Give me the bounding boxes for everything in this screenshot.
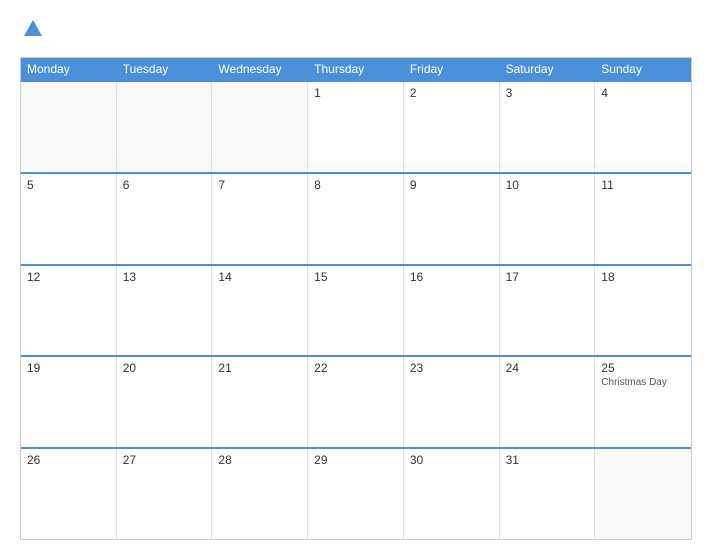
day-number: 10 <box>506 178 589 192</box>
logo-icon <box>22 18 44 40</box>
day-cell-empty <box>117 82 213 172</box>
day-cell-12: 12 <box>21 266 117 356</box>
day-header-friday: Friday <box>404 58 500 80</box>
day-cell-4: 4 <box>595 82 691 172</box>
calendar-page: MondayTuesdayWednesdayThursdayFridaySatu… <box>0 0 712 550</box>
day-cell-25: 25 Christmas Day <box>595 357 691 447</box>
day-cell-26: 26 <box>21 449 117 539</box>
day-cell-empty <box>212 82 308 172</box>
day-header-tuesday: Tuesday <box>117 58 213 80</box>
day-number: 4 <box>601 86 685 100</box>
day-headers-row: MondayTuesdayWednesdayThursdayFridaySatu… <box>21 58 691 80</box>
day-cell-7: 7 <box>212 174 308 264</box>
day-cell-29: 29 <box>308 449 404 539</box>
day-number: 22 <box>314 361 397 375</box>
day-cell-18: 18 <box>595 266 691 356</box>
day-number: 17 <box>506 270 589 284</box>
day-number: 9 <box>410 178 493 192</box>
day-cell-13: 13 <box>117 266 213 356</box>
day-cell-6: 6 <box>117 174 213 264</box>
day-cell-22: 22 <box>308 357 404 447</box>
day-cell-27: 27 <box>117 449 213 539</box>
day-number: 16 <box>410 270 493 284</box>
day-number: 12 <box>27 270 110 284</box>
day-cell-15: 15 <box>308 266 404 356</box>
day-cell-28: 28 <box>212 449 308 539</box>
week-row-4: 19 20 21 22 23 24 25 Christmas Day <box>21 355 691 447</box>
day-number: 31 <box>506 453 589 467</box>
day-number: 1 <box>314 86 397 100</box>
day-header-thursday: Thursday <box>308 58 404 80</box>
week-row-5: 26 27 28 29 30 31 <box>21 447 691 539</box>
calendar-grid: MondayTuesdayWednesdayThursdayFridaySatu… <box>20 57 692 540</box>
holiday-label: Christmas Day <box>601 377 685 388</box>
day-number: 15 <box>314 270 397 284</box>
day-cell-19: 19 <box>21 357 117 447</box>
day-number: 23 <box>410 361 493 375</box>
day-number: 7 <box>218 178 301 192</box>
day-header-saturday: Saturday <box>500 58 596 80</box>
day-number: 24 <box>506 361 589 375</box>
week-row-1: 1234 <box>21 80 691 172</box>
day-header-wednesday: Wednesday <box>212 58 308 80</box>
day-number: 3 <box>506 86 589 100</box>
day-number: 29 <box>314 453 397 467</box>
day-cell-20: 20 <box>117 357 213 447</box>
day-number: 6 <box>123 178 206 192</box>
day-header-monday: Monday <box>21 58 117 80</box>
logo <box>20 18 44 45</box>
day-cell-8: 8 <box>308 174 404 264</box>
day-header-sunday: Sunday <box>595 58 691 80</box>
day-number: 25 <box>601 361 685 375</box>
day-cell-empty <box>21 82 117 172</box>
day-cell-17: 17 <box>500 266 596 356</box>
day-cell-16: 16 <box>404 266 500 356</box>
calendar-weeks: 1234567891011121314151617181920212223242… <box>21 80 691 539</box>
day-cell-5: 5 <box>21 174 117 264</box>
day-number: 14 <box>218 270 301 284</box>
day-cell-10: 10 <box>500 174 596 264</box>
day-number: 5 <box>27 178 110 192</box>
calendar-header <box>20 18 692 45</box>
day-cell-11: 11 <box>595 174 691 264</box>
day-number: 28 <box>218 453 301 467</box>
day-number: 8 <box>314 178 397 192</box>
day-number: 19 <box>27 361 110 375</box>
day-number: 20 <box>123 361 206 375</box>
day-cell-2: 2 <box>404 82 500 172</box>
day-number: 13 <box>123 270 206 284</box>
day-number: 26 <box>27 453 110 467</box>
week-row-3: 12 13 14 15 16 17 18 <box>21 264 691 356</box>
day-cell-23: 23 <box>404 357 500 447</box>
day-number: 21 <box>218 361 301 375</box>
day-number: 30 <box>410 453 493 467</box>
day-number: 2 <box>410 86 493 100</box>
day-cell-1: 1 <box>308 82 404 172</box>
day-cell-9: 9 <box>404 174 500 264</box>
day-number: 18 <box>601 270 685 284</box>
day-number: 27 <box>123 453 206 467</box>
day-cell-30: 30 <box>404 449 500 539</box>
day-cell-31: 31 <box>500 449 596 539</box>
day-cell-empty <box>595 449 691 539</box>
day-cell-14: 14 <box>212 266 308 356</box>
day-cell-24: 24 <box>500 357 596 447</box>
day-number: 11 <box>601 178 685 192</box>
week-row-2: 56789 10 11 <box>21 172 691 264</box>
day-cell-3: 3 <box>500 82 596 172</box>
day-cell-21: 21 <box>212 357 308 447</box>
